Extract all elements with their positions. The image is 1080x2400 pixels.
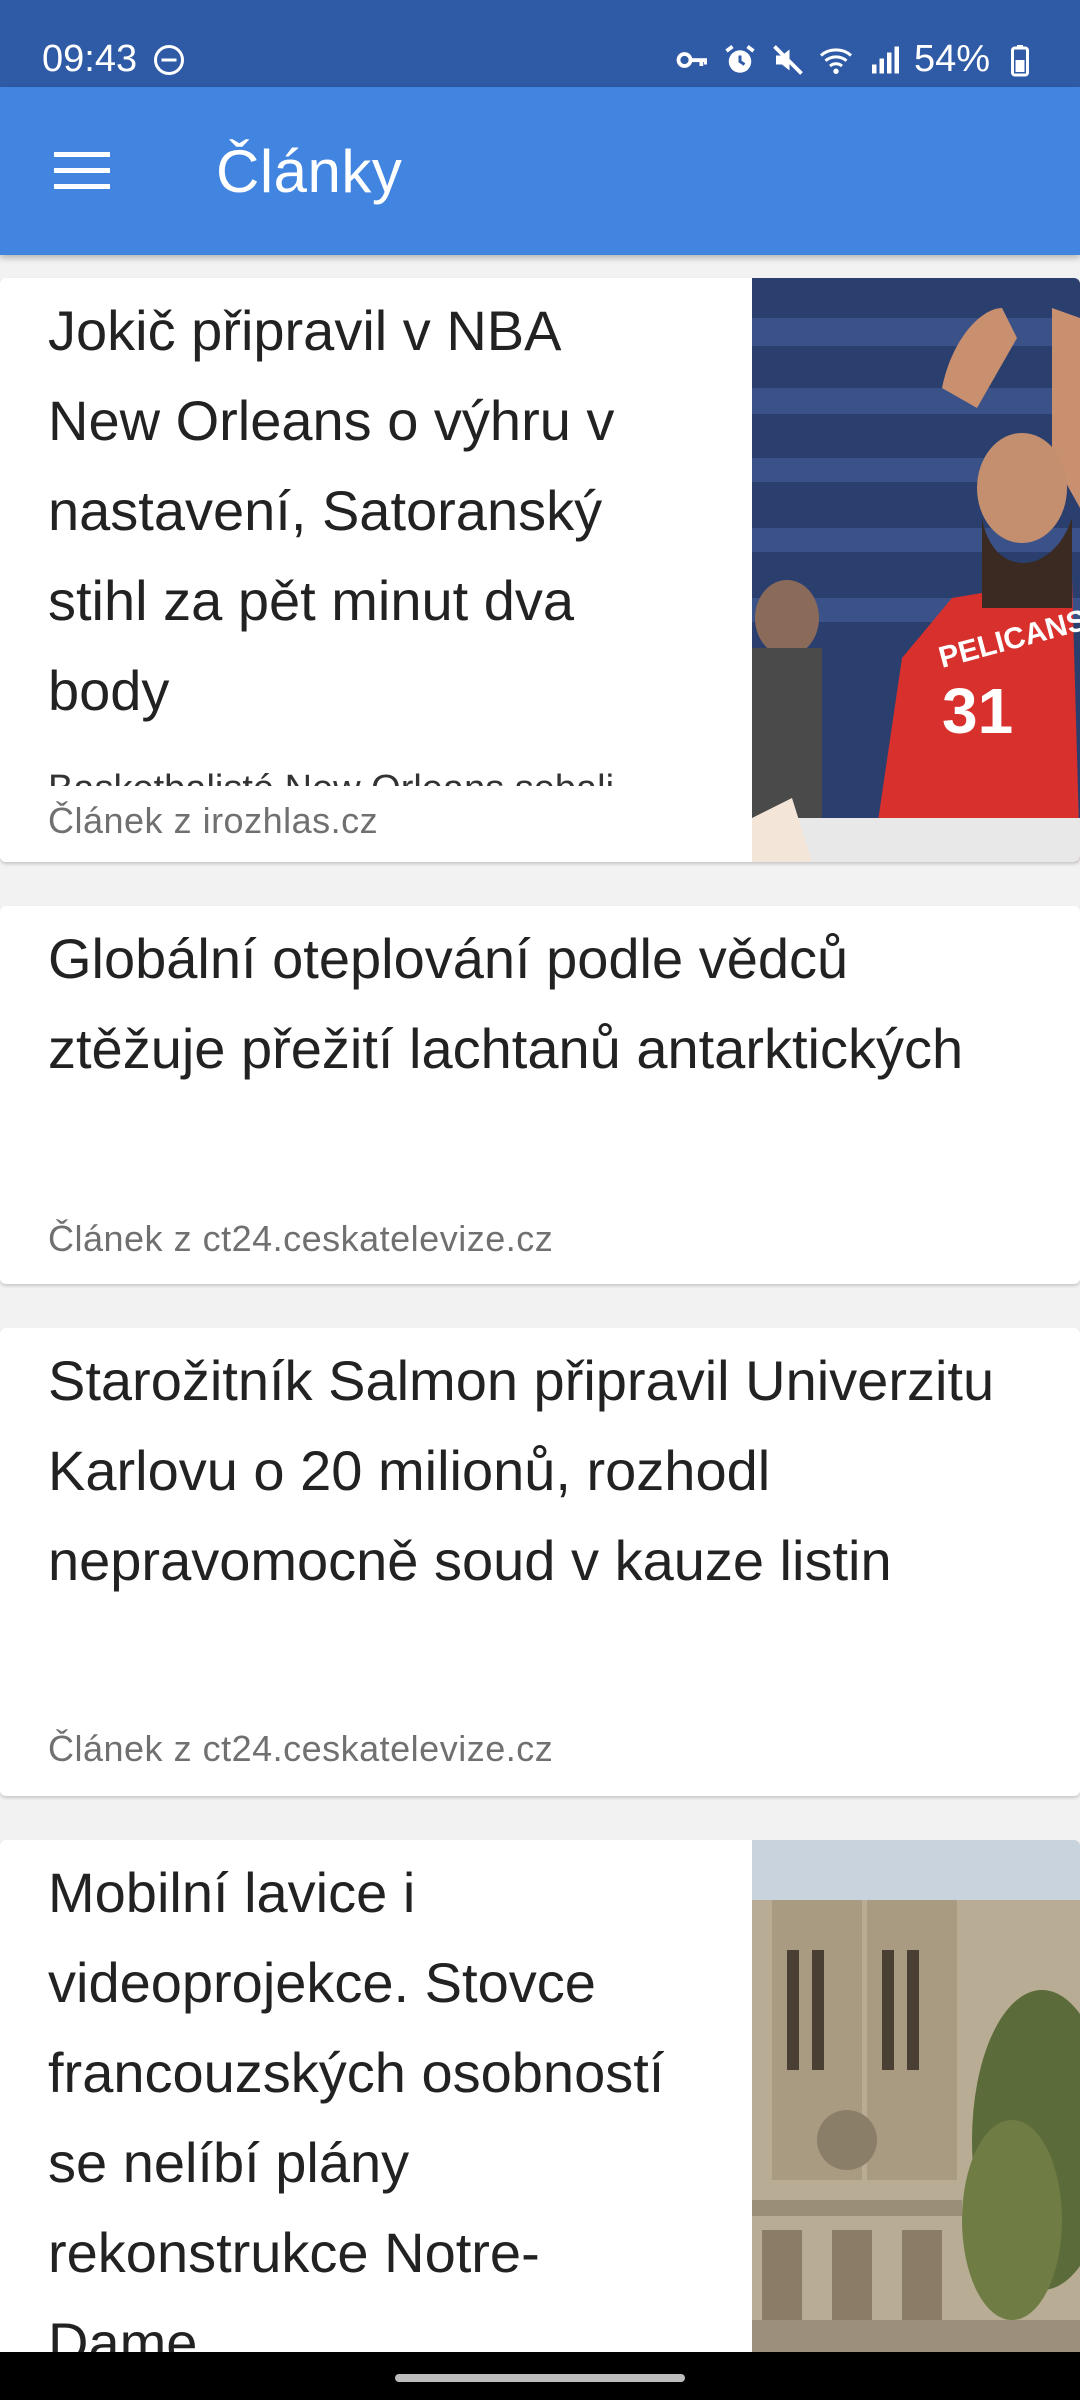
article-card[interactable]: Jokič připravil v NBA New Orleans o výhr… — [0, 278, 1080, 862]
status-time: 09:43 — [42, 38, 138, 80]
app-bar: Články — [0, 87, 1080, 255]
do-not-disturb-icon — [151, 42, 187, 78]
page-title: Články — [216, 137, 403, 205]
article-title: Globální oteplování podle vědců ztěžuje … — [48, 927, 964, 1080]
article-card[interactable]: Starožitník Salmon připravil Univerzitu … — [0, 1328, 1080, 1796]
status-bar: 09:43 54% — [0, 0, 1080, 87]
article-source: Článek z ct24.ceskatelevize.cz — [48, 1218, 554, 1259]
article-card[interactable]: Mobilní lavice i videoprojekce. Stovce f… — [0, 1840, 1080, 2400]
svg-text:31: 31 — [942, 675, 1013, 747]
article-title: Mobilní lavice i videoprojekce. Stovce f… — [48, 1861, 665, 2374]
article-source: Článek z irozhlas.cz — [48, 800, 379, 841]
article-thumbnail — [752, 1840, 1080, 2400]
home-indicator[interactable] — [395, 2374, 685, 2382]
article-card[interactable]: Globální oteplování podle vědců ztěžuje … — [0, 906, 1080, 1284]
alarm-icon — [722, 42, 758, 78]
system-navigation-bar — [0, 2352, 1080, 2400]
battery-percent: 54% — [913, 38, 990, 80]
wifi-icon — [818, 42, 854, 78]
mute-icon — [770, 42, 806, 78]
hamburger-menu-button[interactable] — [42, 129, 126, 213]
article-title: Jokič připravil v NBA New Orleans o výhr… — [48, 299, 615, 722]
battery-icon — [1002, 42, 1038, 78]
vpn-key-icon — [674, 42, 710, 78]
article-thumbnail: PELICANS 31 — [752, 278, 1080, 862]
article-title: Starožitník Salmon připravil Univerzitu … — [48, 1349, 995, 1592]
article-source: Článek z ct24.ceskatelevize.cz — [48, 1728, 554, 1769]
hamburger-menu-icon — [54, 152, 110, 189]
signal-icon — [866, 42, 902, 78]
